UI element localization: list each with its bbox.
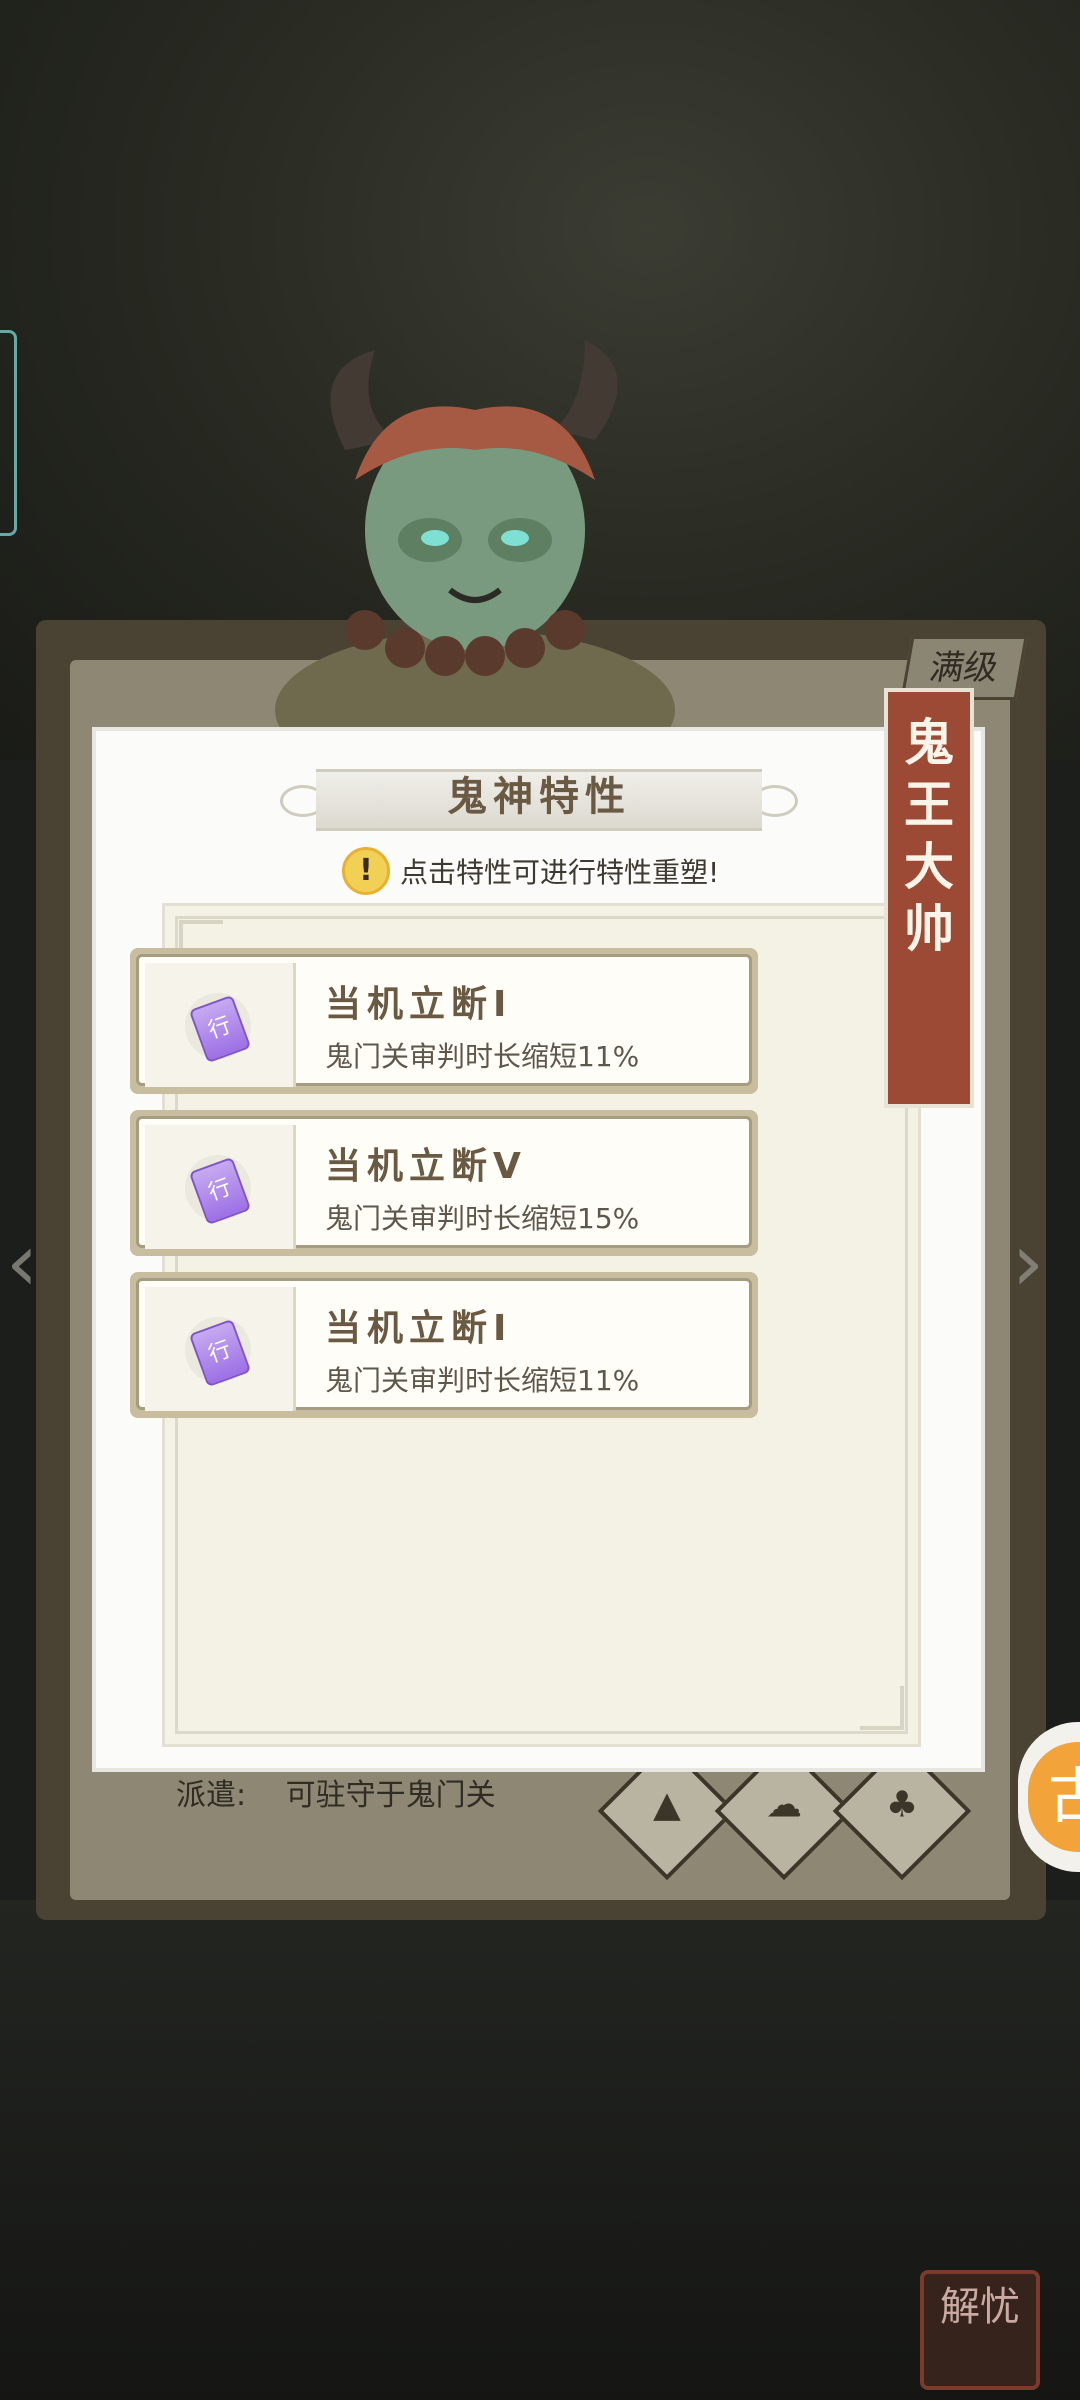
gourd-icon: ♣ — [885, 1784, 919, 1826]
courtyard-background — [0, 1900, 1080, 2400]
trait-name: 当机立断Ⅰ — [325, 984, 513, 1025]
trait-card-body: 行 当机立断Ⅰ 鬼门关审判时长缩短11% — [136, 1278, 752, 1411]
hint-text: 点击特性可进行特性重塑! — [400, 856, 720, 889]
ghost-king-character — [275, 340, 675, 750]
camp-icon: ▲ — [653, 1784, 681, 1826]
trait-icon-box: 行 — [145, 1125, 296, 1249]
trait-token: 行 — [185, 993, 252, 1064]
character-name: 鬼王大帅 — [904, 714, 954, 958]
trait-token: 行 — [185, 1317, 252, 1388]
dispatch-value: 可驻守于鬼门关 — [285, 1778, 496, 1813]
jieyou-seal-button[interactable]: 解忧 — [920, 2270, 1040, 2390]
title-banner: 鬼神特性 — [280, 765, 798, 831]
character-name-ribbon: 鬼王大帅 — [884, 688, 974, 1108]
orange-button-icon: 古 — [1028, 1742, 1080, 1852]
trait-description: 鬼门关审判时长缩短11% — [325, 1040, 640, 1073]
trait-description: 鬼门关审判时长缩短15% — [325, 1202, 640, 1235]
trait-icon-box: 行 — [145, 963, 296, 1087]
dispatch-label: 派遣: — [176, 1778, 247, 1813]
side-tab[interactable] — [0, 330, 17, 536]
dispatch-info: 派遣: 可驻守于鬼门关 — [176, 1770, 496, 1814]
trait-icon-box: 行 — [145, 1287, 296, 1411]
cloud-icon: ☁ — [766, 1784, 802, 1826]
purple-token-icon: 行 — [188, 1156, 252, 1226]
trait-card-3[interactable]: 行 当机立断Ⅰ 鬼门关审判时长缩短11% — [130, 1272, 758, 1418]
trait-description: 鬼门关审判时长缩短11% — [325, 1364, 640, 1397]
reshape-hint: ! 点击特性可进行特性重塑! — [342, 847, 720, 895]
lightbulb-icon: ! — [342, 847, 390, 895]
trait-name: 当机立断Ⅴ — [325, 1146, 527, 1187]
dialog-title: 鬼神特性 — [447, 774, 631, 820]
frame-corner-ornament — [860, 1686, 904, 1730]
trait-card-2[interactable]: 行 当机立断Ⅴ 鬼门关审判时长缩短15% — [130, 1110, 758, 1256]
trait-card-body: 行 当机立断Ⅴ 鬼门关审判时长缩短15% — [136, 1116, 752, 1249]
trait-card-body: 行 当机立断Ⅰ 鬼门关审判时长缩短11% — [136, 954, 752, 1087]
next-arrow-icon[interactable]: › — [1012, 1223, 1072, 1303]
purple-token-icon: 行 — [188, 1318, 252, 1388]
trait-name: 当机立断Ⅰ — [325, 1308, 513, 1349]
previous-arrow-icon[interactable]: ‹ — [6, 1223, 66, 1303]
trait-card-1[interactable]: 行 当机立断Ⅰ 鬼门关审判时长缩短11% — [130, 948, 758, 1094]
purple-token-icon: 行 — [188, 994, 252, 1064]
trait-token: 行 — [185, 1155, 252, 1226]
